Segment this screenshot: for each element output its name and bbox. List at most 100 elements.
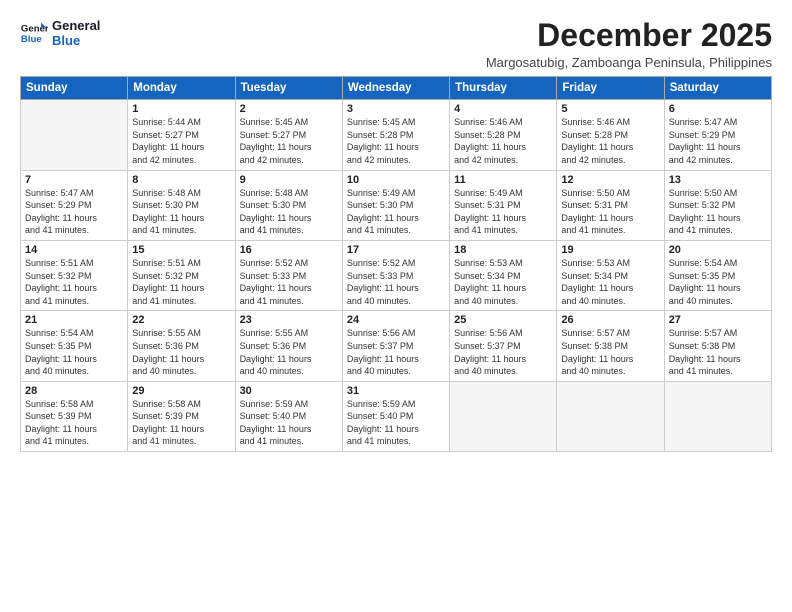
cell-week1-day7: 6Sunrise: 5:47 AMSunset: 5:29 PMDaylight… xyxy=(664,100,771,170)
week-row-2: 7Sunrise: 5:47 AMSunset: 5:29 PMDaylight… xyxy=(21,170,772,240)
col-wednesday: Wednesday xyxy=(342,77,449,100)
calendar-table: Sunday Monday Tuesday Wednesday Thursday… xyxy=(20,76,772,452)
day-detail: Sunrise: 5:49 AMSunset: 5:30 PMDaylight:… xyxy=(347,187,445,237)
cell-week4-day2: 22Sunrise: 5:55 AMSunset: 5:36 PMDayligh… xyxy=(128,311,235,381)
day-number: 6 xyxy=(669,103,767,115)
week-row-1: 1Sunrise: 5:44 AMSunset: 5:27 PMDaylight… xyxy=(21,100,772,170)
logo-icon: General Blue xyxy=(20,19,48,47)
title-block: December 2025 Margosatubig, Zamboanga Pe… xyxy=(486,18,772,70)
day-detail: Sunrise: 5:50 AMSunset: 5:32 PMDaylight:… xyxy=(669,187,767,237)
day-detail: Sunrise: 5:53 AMSunset: 5:34 PMDaylight:… xyxy=(561,257,659,307)
day-number: 27 xyxy=(669,314,767,326)
day-detail: Sunrise: 5:53 AMSunset: 5:34 PMDaylight:… xyxy=(454,257,552,307)
day-detail: Sunrise: 5:49 AMSunset: 5:31 PMDaylight:… xyxy=(454,187,552,237)
cell-week1-day2: 1Sunrise: 5:44 AMSunset: 5:27 PMDaylight… xyxy=(128,100,235,170)
day-number: 16 xyxy=(240,244,338,256)
col-monday: Monday xyxy=(128,77,235,100)
day-number: 18 xyxy=(454,244,552,256)
page: General Blue General Blue December 2025 … xyxy=(0,0,792,612)
day-number: 20 xyxy=(669,244,767,256)
day-number: 12 xyxy=(561,174,659,186)
location-subtitle: Margosatubig, Zamboanga Peninsula, Phili… xyxy=(486,55,772,70)
day-detail: Sunrise: 5:46 AMSunset: 5:28 PMDaylight:… xyxy=(561,116,659,166)
cell-week1-day4: 3Sunrise: 5:45 AMSunset: 5:28 PMDaylight… xyxy=(342,100,449,170)
cell-week2-day6: 12Sunrise: 5:50 AMSunset: 5:31 PMDayligh… xyxy=(557,170,664,240)
day-number: 13 xyxy=(669,174,767,186)
cell-week5-day5 xyxy=(450,381,557,451)
day-number: 5 xyxy=(561,103,659,115)
logo-general: General xyxy=(52,18,100,33)
day-detail: Sunrise: 5:48 AMSunset: 5:30 PMDaylight:… xyxy=(240,187,338,237)
day-detail: Sunrise: 5:46 AMSunset: 5:28 PMDaylight:… xyxy=(454,116,552,166)
cell-week5-day3: 30Sunrise: 5:59 AMSunset: 5:40 PMDayligh… xyxy=(235,381,342,451)
day-number: 9 xyxy=(240,174,338,186)
week-row-3: 14Sunrise: 5:51 AMSunset: 5:32 PMDayligh… xyxy=(21,240,772,310)
day-detail: Sunrise: 5:57 AMSunset: 5:38 PMDaylight:… xyxy=(669,327,767,377)
week-row-4: 21Sunrise: 5:54 AMSunset: 5:35 PMDayligh… xyxy=(21,311,772,381)
cell-week4-day1: 21Sunrise: 5:54 AMSunset: 5:35 PMDayligh… xyxy=(21,311,128,381)
cell-week2-day4: 10Sunrise: 5:49 AMSunset: 5:30 PMDayligh… xyxy=(342,170,449,240)
cell-week5-day1: 28Sunrise: 5:58 AMSunset: 5:39 PMDayligh… xyxy=(21,381,128,451)
day-number: 7 xyxy=(25,174,123,186)
cell-week2-day2: 8Sunrise: 5:48 AMSunset: 5:30 PMDaylight… xyxy=(128,170,235,240)
cell-week3-day3: 16Sunrise: 5:52 AMSunset: 5:33 PMDayligh… xyxy=(235,240,342,310)
cell-week4-day7: 27Sunrise: 5:57 AMSunset: 5:38 PMDayligh… xyxy=(664,311,771,381)
col-friday: Friday xyxy=(557,77,664,100)
cell-week3-day1: 14Sunrise: 5:51 AMSunset: 5:32 PMDayligh… xyxy=(21,240,128,310)
day-number: 19 xyxy=(561,244,659,256)
day-detail: Sunrise: 5:52 AMSunset: 5:33 PMDaylight:… xyxy=(347,257,445,307)
day-detail: Sunrise: 5:45 AMSunset: 5:27 PMDaylight:… xyxy=(240,116,338,166)
day-detail: Sunrise: 5:45 AMSunset: 5:28 PMDaylight:… xyxy=(347,116,445,166)
day-number: 31 xyxy=(347,385,445,397)
cell-week1-day3: 2Sunrise: 5:45 AMSunset: 5:27 PMDaylight… xyxy=(235,100,342,170)
cell-week4-day4: 24Sunrise: 5:56 AMSunset: 5:37 PMDayligh… xyxy=(342,311,449,381)
day-number: 23 xyxy=(240,314,338,326)
cell-week3-day7: 20Sunrise: 5:54 AMSunset: 5:35 PMDayligh… xyxy=(664,240,771,310)
logo-blue: Blue xyxy=(52,33,100,48)
day-number: 29 xyxy=(132,385,230,397)
day-number: 15 xyxy=(132,244,230,256)
col-thursday: Thursday xyxy=(450,77,557,100)
day-detail: Sunrise: 5:59 AMSunset: 5:40 PMDaylight:… xyxy=(240,398,338,448)
cell-week3-day4: 17Sunrise: 5:52 AMSunset: 5:33 PMDayligh… xyxy=(342,240,449,310)
day-detail: Sunrise: 5:54 AMSunset: 5:35 PMDaylight:… xyxy=(669,257,767,307)
cell-week2-day3: 9Sunrise: 5:48 AMSunset: 5:30 PMDaylight… xyxy=(235,170,342,240)
day-number: 2 xyxy=(240,103,338,115)
cell-week2-day5: 11Sunrise: 5:49 AMSunset: 5:31 PMDayligh… xyxy=(450,170,557,240)
cell-week3-day6: 19Sunrise: 5:53 AMSunset: 5:34 PMDayligh… xyxy=(557,240,664,310)
day-number: 17 xyxy=(347,244,445,256)
calendar-header-row: Sunday Monday Tuesday Wednesday Thursday… xyxy=(21,77,772,100)
day-detail: Sunrise: 5:55 AMSunset: 5:36 PMDaylight:… xyxy=(240,327,338,377)
col-sunday: Sunday xyxy=(21,77,128,100)
cell-week2-day7: 13Sunrise: 5:50 AMSunset: 5:32 PMDayligh… xyxy=(664,170,771,240)
day-number: 14 xyxy=(25,244,123,256)
month-title: December 2025 xyxy=(486,18,772,53)
day-number: 28 xyxy=(25,385,123,397)
day-number: 11 xyxy=(454,174,552,186)
day-detail: Sunrise: 5:50 AMSunset: 5:31 PMDaylight:… xyxy=(561,187,659,237)
day-number: 8 xyxy=(132,174,230,186)
day-detail: Sunrise: 5:44 AMSunset: 5:27 PMDaylight:… xyxy=(132,116,230,166)
day-number: 30 xyxy=(240,385,338,397)
col-tuesday: Tuesday xyxy=(235,77,342,100)
week-row-5: 28 Sunrise: 5:58 AMSunset: 5:39 PMDayligh… xyxy=(21,381,772,451)
day-detail: Sunrise: 5:59 AMSunset: 5:40 PMDaylight:… xyxy=(347,398,445,448)
day-number: 26 xyxy=(561,314,659,326)
cell-week5-day4: 31Sunrise: 5:59 AMSunset: 5:40 PMDayligh… xyxy=(342,381,449,451)
day-detail: Sunrise: 5:51 AMSunset: 5:32 PMDaylight:… xyxy=(25,257,123,307)
day-detail: Sunrise: 5:58 AMSunset: 5:39 PMDaylight:… xyxy=(132,398,230,448)
col-saturday: Saturday xyxy=(664,77,771,100)
day-detail: Sunrise: 5:55 AMSunset: 5:36 PMDaylight:… xyxy=(132,327,230,377)
day-number: 10 xyxy=(347,174,445,186)
cell-week3-day2: 15Sunrise: 5:51 AMSunset: 5:32 PMDayligh… xyxy=(128,240,235,310)
cell-week4-day6: 26Sunrise: 5:57 AMSunset: 5:38 PMDayligh… xyxy=(557,311,664,381)
day-number: 1 xyxy=(132,103,230,115)
cell-week5-day7 xyxy=(664,381,771,451)
cell-week5-day6 xyxy=(557,381,664,451)
cell-week4-day5: 25Sunrise: 5:56 AMSunset: 5:37 PMDayligh… xyxy=(450,311,557,381)
day-detail: Sunrise: 5:56 AMSunset: 5:37 PMDaylight:… xyxy=(454,327,552,377)
cell-week1-day6: 5Sunrise: 5:46 AMSunset: 5:28 PMDaylight… xyxy=(557,100,664,170)
day-detail: Sunrise: 5:56 AMSunset: 5:37 PMDaylight:… xyxy=(347,327,445,377)
day-number: 25 xyxy=(454,314,552,326)
day-number: 22 xyxy=(132,314,230,326)
